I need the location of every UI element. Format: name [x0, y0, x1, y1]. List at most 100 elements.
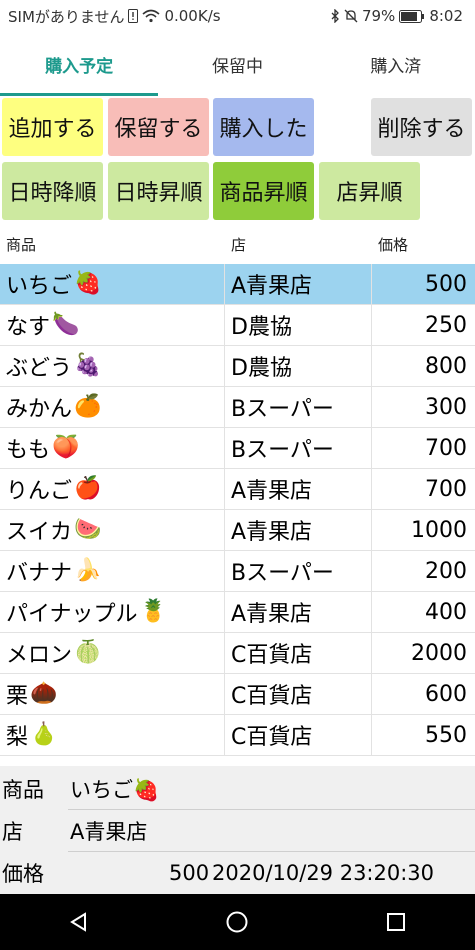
table-row[interactable]: ぶどう 🍇 D農協 800: [0, 346, 475, 387]
table-row[interactable]: 栗 🌰 C百貨店 600: [0, 674, 475, 715]
shop-cell: Bスーパー: [225, 387, 372, 427]
shop-cell: A青果店: [225, 510, 372, 550]
apple-icon: 🍎: [74, 476, 102, 501]
price-cell: 700: [425, 476, 467, 502]
detail-item-value: いちご🍓: [68, 768, 475, 810]
eggplant-icon: 🍆: [52, 312, 80, 337]
table-header: 商品 店 価格: [0, 224, 475, 264]
bought-button[interactable]: 購入した: [213, 98, 314, 156]
shop-cell: C百貨店: [225, 674, 372, 714]
price-cell: 250: [425, 312, 467, 338]
item-name: 梨: [6, 725, 29, 750]
item-name: なす: [6, 315, 51, 340]
item-name: メロン: [6, 643, 73, 668]
wifi-icon: [142, 9, 160, 23]
pineapple-icon: 🍍: [139, 599, 167, 624]
price-cell: 800: [425, 353, 467, 379]
sort-date-desc-button[interactable]: 日時降順: [2, 162, 103, 220]
detail-shop-row: 店 A青果店: [0, 810, 475, 852]
shop-cell: C百貨店: [225, 633, 372, 673]
sort-item-asc-button[interactable]: 商品昇順: [213, 162, 314, 220]
item-cell: メロン 🍈: [0, 633, 225, 673]
table-row[interactable]: りんご 🍎 A青果店 700: [0, 469, 475, 510]
detail-price-label: 価格: [2, 862, 44, 886]
back-icon[interactable]: [49, 902, 109, 942]
strawberry-icon: 🍓: [74, 271, 102, 296]
shop-cell: Bスーパー: [225, 551, 372, 591]
item-name: スイカ: [6, 520, 73, 545]
watermelon-icon: 🍉: [74, 517, 102, 542]
mute-icon: [344, 9, 358, 23]
add-button[interactable]: 追加する: [2, 98, 103, 156]
detail-shop-label: 店: [2, 820, 23, 844]
tab-planned[interactable]: 購入予定: [0, 32, 159, 96]
delete-button[interactable]: 削除する: [371, 98, 472, 156]
tangerine-icon: 🍊: [74, 394, 102, 419]
battery-icon: [399, 9, 425, 23]
pear-icon: 🍐: [30, 722, 58, 747]
item-name: いちご: [6, 274, 73, 299]
shop-cell: D農協: [225, 346, 372, 386]
table-row[interactable]: バナナ 🍌 Bスーパー 200: [0, 551, 475, 592]
table-row[interactable]: なす 🍆 D農協 250: [0, 305, 475, 346]
item-cell: みかん 🍊: [0, 387, 225, 427]
table-row[interactable]: 梨 🍐 C百貨店 550: [0, 715, 475, 756]
item-name: みかん: [6, 397, 73, 422]
tab-bar: 購入予定 保留中 購入済: [0, 32, 475, 96]
sort-button-row: 日時降順 日時昇順 商品昇順 店昇順: [0, 160, 475, 222]
shop-cell: A青果店: [225, 469, 372, 509]
price-cell: 400: [425, 599, 467, 625]
status-bar: SIMがありません 0.00K/s 79% 8:02: [0, 0, 475, 32]
action-button-row: 追加する 保留する 購入した 削除する: [0, 96, 475, 158]
banana-icon: 🍌: [74, 558, 102, 583]
table-row[interactable]: もも 🍑 Bスーパー 700: [0, 428, 475, 469]
recents-icon[interactable]: [366, 902, 426, 942]
network-speed: 0.00K/s: [164, 7, 221, 25]
item-cell: りんご 🍎: [0, 469, 225, 509]
tab-purchased[interactable]: 購入済: [317, 32, 475, 96]
detail-price-row: 価格 500 2020/10/29 23:20:30: [0, 852, 475, 894]
table-row[interactable]: スイカ 🍉 A青果店 1000: [0, 510, 475, 551]
table-row[interactable]: いちご 🍓 A青果店 500: [0, 264, 475, 305]
detail-shop-value: A青果店: [68, 810, 475, 852]
table-row[interactable]: みかん 🍊 Bスーパー 300: [0, 387, 475, 428]
melon-icon: 🍈: [74, 640, 102, 665]
chestnut-icon: 🌰: [30, 681, 58, 706]
item-name: パイナップル: [6, 602, 138, 627]
header-item: 商品: [6, 235, 37, 254]
price-cell: 300: [425, 394, 467, 420]
detail-item-label: 商品: [2, 778, 44, 802]
item-cell: 栗 🌰: [0, 674, 225, 714]
item-cell: パイナップル 🍍: [0, 592, 225, 632]
item-cell: スイカ 🍉: [0, 510, 225, 550]
item-cell: 梨 🍐: [0, 715, 225, 755]
sim-alert-icon: [128, 9, 139, 23]
item-cell: ぶどう 🍇: [0, 346, 225, 386]
item-cell: バナナ 🍌: [0, 551, 225, 591]
item-name: りんご: [6, 479, 73, 504]
detail-price-value: 500: [169, 861, 210, 885]
bluetooth-icon: [330, 9, 340, 23]
clock: 8:02: [429, 7, 463, 25]
tab-on-hold[interactable]: 保留中: [158, 32, 316, 96]
sort-shop-asc-button[interactable]: 店昇順: [319, 162, 420, 220]
table-row[interactable]: パイナップル 🍍 A青果店 400: [0, 592, 475, 633]
item-name: もも: [6, 438, 51, 463]
detail-datetime: 2020/10/29 23:20:30: [212, 861, 435, 885]
item-name: 栗: [6, 684, 29, 709]
header-price: 価格: [378, 235, 409, 254]
peach-icon: 🍑: [52, 435, 80, 460]
detail-panel: 商品 いちご🍓 店 A青果店 価格 500 2020/10/29 23:20:3…: [0, 766, 475, 894]
shop-cell: A青果店: [225, 592, 372, 632]
price-cell: 1000: [411, 517, 467, 543]
sort-date-asc-button[interactable]: 日時昇順: [108, 162, 209, 220]
hold-button[interactable]: 保留する: [108, 98, 209, 156]
price-cell: 500: [425, 271, 467, 297]
item-cell: もも 🍑: [0, 428, 225, 468]
item-name: ぶどう: [6, 356, 73, 381]
table-row[interactable]: メロン 🍈 C百貨店 2000: [0, 633, 475, 674]
price-cell: 700: [425, 435, 467, 461]
shop-cell: A青果店: [225, 264, 372, 304]
system-nav-bar: [0, 894, 475, 950]
home-icon[interactable]: [207, 902, 267, 942]
